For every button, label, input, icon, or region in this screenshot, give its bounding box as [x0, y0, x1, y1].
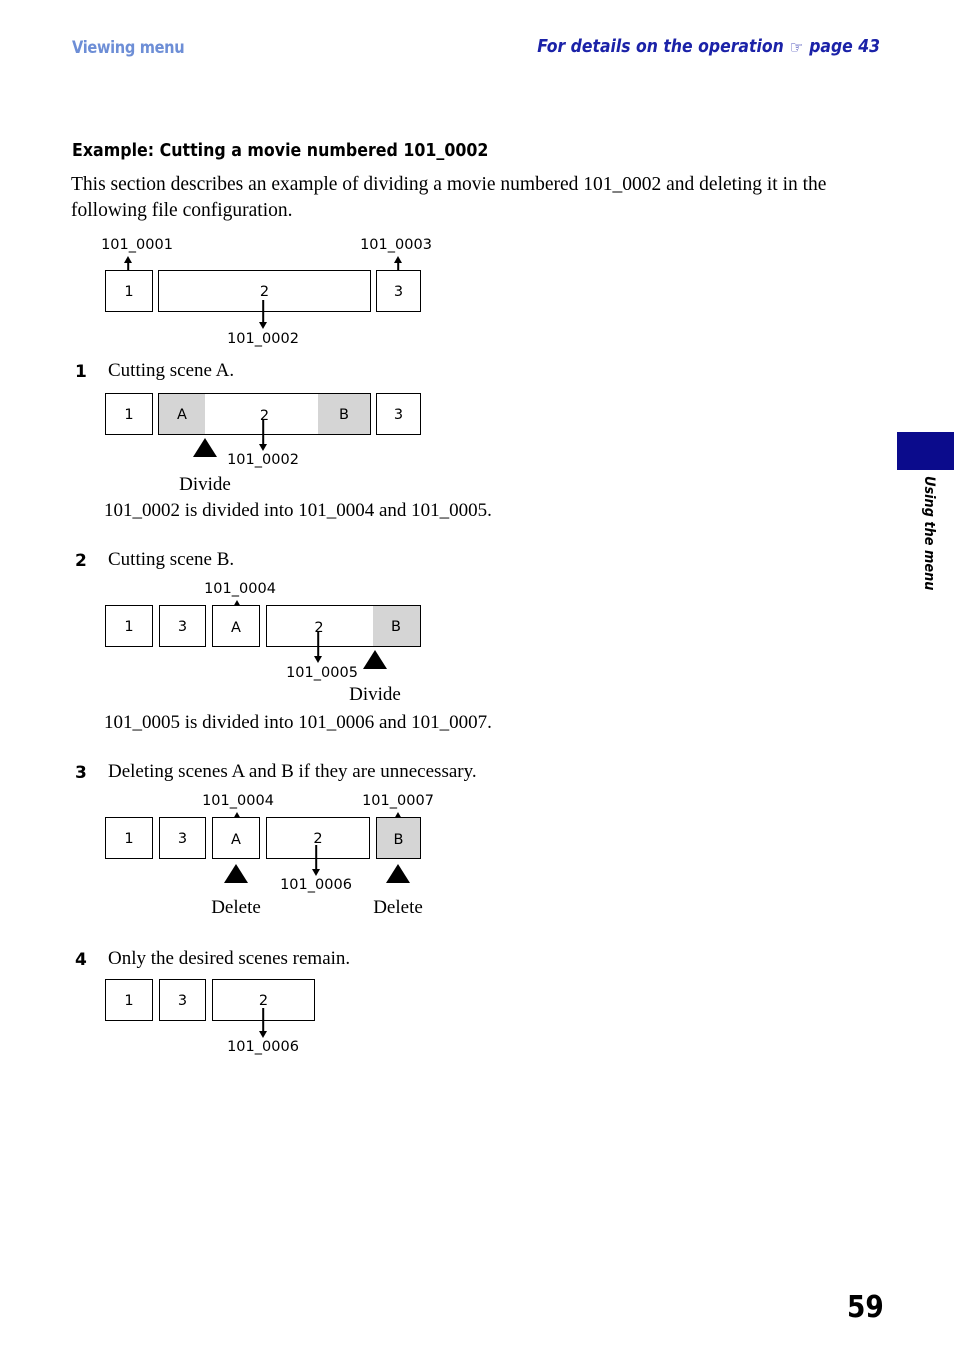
file-label-101-0006: 101_0006	[280, 877, 352, 893]
scene-box-label: 1	[124, 618, 134, 635]
file-label-101-0003: 101_0003	[360, 237, 432, 253]
scene-box-label: 1	[124, 992, 134, 1009]
step-text: Deleting scenes A and B if they are unne…	[108, 761, 477, 782]
delete-marker-caption: Delete	[373, 897, 423, 918]
scene-box-label: 1	[124, 830, 134, 847]
divide-marker-triangle	[363, 650, 387, 669]
scene-box-label: 3	[393, 406, 404, 423]
callout-arrow-shaft	[262, 1008, 264, 1033]
scene-box: 1	[105, 817, 153, 859]
file-label-101-0002: 101_0002	[227, 331, 299, 347]
callout-arrow-head-up	[394, 256, 402, 263]
scene-box-label: A	[231, 832, 241, 849]
scene-box: A 2 B	[158, 393, 371, 435]
step-1: 1 Cutting scene A.	[75, 359, 234, 383]
note-divide-0005: 101_0005 is divided into 101_0006 and 10…	[104, 712, 492, 733]
section-intro: This section describes an example of div…	[71, 174, 827, 221]
scene-box: 2	[266, 817, 370, 859]
file-label-101-0006: 101_0006	[227, 1039, 299, 1055]
running-head-page-ref: page 43	[809, 36, 880, 57]
step-number: 4	[75, 950, 87, 970]
scene-box-label: 2	[259, 283, 270, 300]
step-2: 2 Cutting scene B.	[75, 548, 234, 572]
file-label-101-0007: 101_0007	[362, 793, 434, 809]
scene-box: 1	[105, 979, 153, 1021]
scene-box: 3	[376, 270, 421, 312]
scene-box-label: 3	[177, 992, 188, 1009]
file-label-101-0004: 101_0004	[202, 793, 274, 809]
callout-arrow-head-down	[259, 444, 267, 451]
divide-marker-caption: Divide	[349, 684, 401, 705]
callout-arrow-head-down	[259, 322, 267, 329]
scene-box: 1	[105, 393, 153, 435]
scene-box-label: B	[393, 832, 404, 849]
callout-arrow-shaft	[262, 300, 264, 324]
scene-box: 3	[159, 817, 206, 859]
callout-arrow-shaft	[317, 632, 319, 658]
scene-box-label: B	[391, 618, 401, 635]
section-title: Example: Cutting a movie numbered 101_00…	[72, 140, 489, 161]
step-3: 3 Deleting scenes A and B if they are un…	[75, 760, 477, 784]
file-label-101-0001: 101_0001	[101, 237, 173, 253]
scene-box: 2	[158, 270, 371, 312]
scene-box: 2 B	[266, 605, 421, 647]
callout-arrow-head-up	[124, 256, 132, 263]
scene-box-label: B	[339, 406, 349, 423]
note-divide-0002: 101_0002 is divided into 101_0004 and 10…	[104, 500, 492, 521]
scene-box: 1	[105, 605, 153, 647]
step-number: 3	[75, 763, 87, 783]
delete-marker-triangle	[224, 864, 248, 883]
scene-box: 3	[376, 393, 421, 435]
scene-box-label: 2	[314, 620, 324, 637]
scene-box-label: 3	[177, 830, 188, 847]
divide-marker-triangle	[193, 438, 217, 457]
file-label-101-0002: 101_0002	[227, 452, 299, 468]
scene-box: 3	[159, 605, 206, 647]
divide-marker-caption: Divide	[179, 474, 231, 495]
callout-arrow-head-down	[312, 869, 320, 876]
step-text: Cutting scene A.	[108, 360, 235, 381]
file-label-101-0004: 101_0004	[204, 581, 276, 597]
callout-arrow-shaft	[262, 420, 264, 446]
delete-marker-caption: Delete	[211, 897, 261, 918]
scene-box: 1	[105, 270, 153, 312]
scene-box-label: 1	[124, 283, 134, 300]
scene-box-label: 3	[177, 618, 188, 635]
step-4: 4 Only the desired scenes remain.	[75, 947, 350, 971]
delete-marker-triangle	[386, 864, 410, 883]
scene-box: A	[212, 605, 260, 647]
scene-box: 3	[159, 979, 206, 1021]
pointing-hand-icon: ☞	[789, 38, 804, 58]
scene-box-label: 1	[124, 406, 134, 423]
running-head-right: For details on the operation ☞ page 43	[537, 36, 880, 57]
scene-box-label: A	[177, 406, 187, 423]
scene-box-label: A	[231, 620, 241, 637]
scene-box-label: 3	[393, 283, 404, 300]
file-label-101-0005: 101_0005	[286, 665, 358, 681]
step-number: 2	[75, 551, 87, 571]
step-text: Cutting scene B.	[108, 549, 235, 570]
callout-arrow-shaft	[315, 845, 317, 871]
side-tab-marker	[897, 432, 954, 470]
running-head-left: Viewing menu	[72, 38, 185, 58]
running-head-right-text: For details on the operation	[537, 36, 784, 57]
callout-arrow-head-down	[314, 656, 322, 663]
scene-box-label: 2	[258, 992, 269, 1009]
step-number: 1	[75, 362, 87, 382]
side-tab-label: Using the menu	[921, 476, 937, 591]
page-number: 59	[847, 1290, 884, 1325]
callout-arrow-head-down	[259, 1031, 267, 1038]
step-text: Only the desired scenes remain.	[108, 948, 351, 969]
scene-box: A	[212, 817, 260, 859]
scene-box: B	[376, 817, 421, 859]
